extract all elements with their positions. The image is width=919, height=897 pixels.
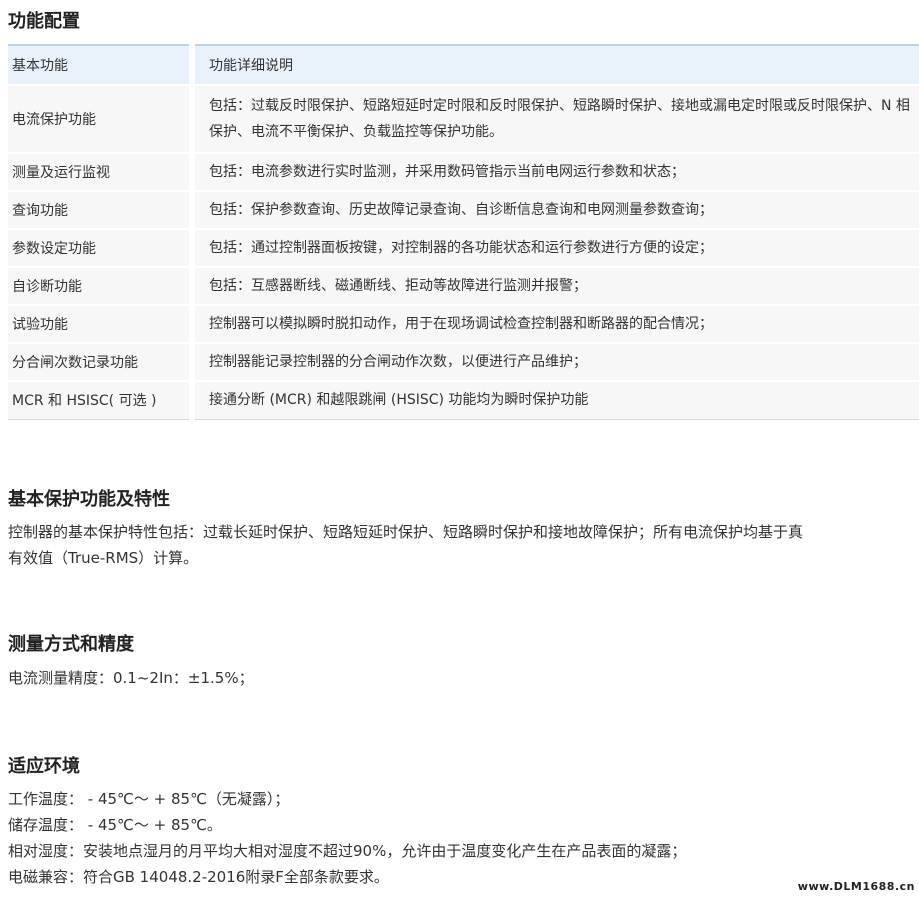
row-function-desc: 控制器可以模拟瞬时脱扣动作，用于在现场调试检查控制器和断路器的配合情况； [189, 304, 919, 343]
protection-line: 有效值（True-RMS）计算。 [8, 549, 199, 567]
features-title: 功能配置 [8, 11, 80, 32]
features-table: 基本功能 功能详细说明 电流保护功能 包括：过载反时限保护、短路短延时定时限和反… [8, 44, 919, 420]
row-function-name: 分合闸次数记录功能 [8, 342, 192, 381]
row-function-name: 自诊断功能 [8, 266, 192, 305]
environment-title: 适应环境 [8, 756, 80, 777]
row-function-name: 测量及运行监视 [8, 152, 192, 191]
watermark: www.DLM1688.cn [797, 880, 915, 893]
table-row: 参数设定功能 包括：通过控制器面板按键，对控制器的各功能状态和运行参数进行方便的… [8, 228, 919, 267]
row-function-desc: 接通分断 (MCR) 和越限跳闸 (HSISC) 功能均为瞬时保护功能 [189, 380, 919, 420]
environment-line: 电磁兼容：符合GB 14048.2-2016附录F全部条款要求。 [8, 868, 389, 886]
row-function-name: MCR 和 HSISC( 可选 ) [8, 380, 192, 420]
table-row: 测量及运行监视 包括：电流参数进行实时监测，并采用数码管指示当前电网运行参数和状… [8, 152, 919, 191]
table-header-row: 基本功能 功能详细说明 [8, 44, 919, 85]
measurement-text: 电流测量精度：0.1~2In：±1.5%； [8, 665, 916, 691]
row-function-desc: 包括：互感器断线、磁通断线、拒动等故障进行监测并报警； [189, 266, 919, 305]
row-function-desc: 包括：过载反时限保护、短路短延时定时限和反时限保护、短路瞬时保护、接地或漏电定时… [189, 84, 919, 153]
row-function-desc: 包括：电流参数进行实时监测，并采用数码管指示当前电网运行参数和状态； [189, 152, 919, 191]
row-function-name: 查询功能 [8, 190, 192, 229]
table-row: 自诊断功能 包括：互感器断线、磁通断线、拒动等故障进行监测并报警； [8, 266, 919, 305]
row-function-desc: 包括：通过控制器面板按键，对控制器的各功能状态和运行参数进行方便的设定； [189, 228, 919, 267]
table-row: 试验功能 控制器可以模拟瞬时脱扣动作，用于在现场调试检查控制器和断路器的配合情况… [8, 304, 919, 343]
header-function-detail: 功能详细说明 [189, 44, 919, 85]
header-basic-function: 基本功能 [8, 44, 192, 85]
environment-line: 工作温度： - 45℃～ + 85℃（无凝露）； [8, 790, 290, 808]
measurement-title: 测量方式和精度 [8, 634, 134, 655]
row-function-desc: 控制器能记录控制器的分合闸动作次数，以便进行产品维护； [189, 342, 919, 381]
row-function-name: 参数设定功能 [8, 228, 192, 267]
measurement-line: 电流测量精度：0.1~2In：±1.5%； [8, 669, 254, 687]
row-function-name: 试验功能 [8, 304, 192, 343]
environment-text: 工作温度： - 45℃～ + 85℃（无凝露）； 储存温度： - 45℃～ + … [8, 786, 916, 890]
row-function-name: 电流保护功能 [8, 84, 192, 153]
protection-line: 控制器的基本保护特性包括：过载长延时保护、短路短延时保护、短路瞬时保护和接地故障… [8, 523, 804, 541]
table-row: 分合闸次数记录功能 控制器能记录控制器的分合闸动作次数，以便进行产品维护； [8, 342, 919, 381]
environment-line: 储存温度： - 45℃～ + 85℃。 [8, 816, 222, 834]
protection-text: 控制器的基本保护特性包括：过载长延时保护、短路短延时保护、短路瞬时保护和接地故障… [8, 519, 916, 571]
table-row: MCR 和 HSISC( 可选 ) 接通分断 (MCR) 和越限跳闸 (HSIS… [8, 380, 919, 420]
table-row: 电流保护功能 包括：过载反时限保护、短路短延时定时限和反时限保护、短路瞬时保护、… [8, 84, 919, 153]
row-function-desc: 包括：保护参数查询、历史故障记录查询、自诊断信息查询和电网测量参数查询； [189, 190, 919, 229]
environment-line: 相对湿度：安装地点湿月的月平均大相对湿度不超过90%，允许由于温度变化产生在产品… [8, 842, 687, 860]
protection-title: 基本保护功能及特性 [8, 489, 170, 510]
table-row: 查询功能 包括：保护参数查询、历史故障记录查询、自诊断信息查询和电网测量参数查询… [8, 190, 919, 229]
